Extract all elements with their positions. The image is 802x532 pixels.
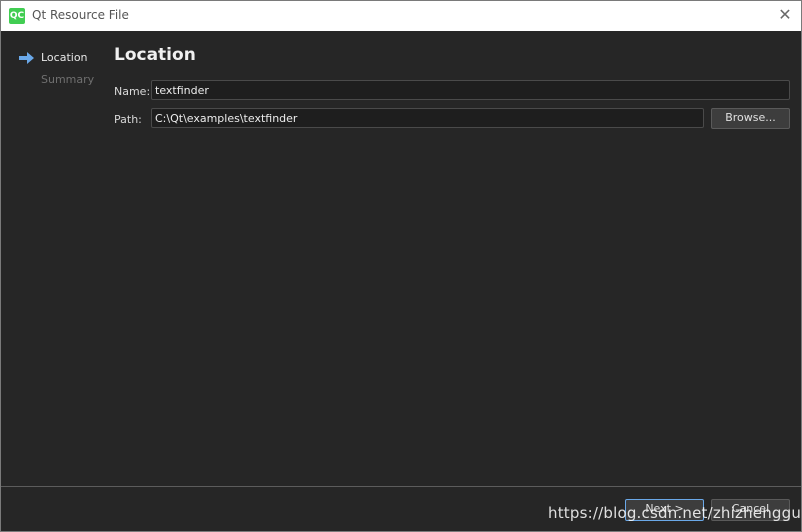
close-icon[interactable]: ✕	[775, 5, 795, 25]
step-label: Summary	[41, 73, 95, 86]
qt-logo-icon: QC	[9, 8, 25, 24]
dialog-window: QC Qt Resource File ✕ Location Summary L…	[0, 0, 802, 532]
footer-divider	[1, 486, 801, 487]
path-label: Path:	[114, 113, 142, 126]
step-summary: Summary	[41, 73, 94, 86]
step-label: Location	[41, 51, 88, 64]
name-label: Name:	[114, 85, 151, 98]
browse-button[interactable]: Browse...	[711, 108, 790, 129]
path-field[interactable]: C:\Qt\examples\textfinder	[151, 108, 704, 128]
window-title: Qt Resource File	[32, 8, 129, 22]
cancel-button[interactable]: Cancel	[711, 499, 790, 521]
next-button[interactable]: Next >	[625, 499, 704, 521]
name-field[interactable]: textfinder	[151, 80, 790, 100]
arrow-right-icon	[19, 51, 34, 64]
title-bar: QC Qt Resource File ✕	[1, 1, 801, 31]
wizard-steps: Location Summary	[1, 31, 101, 486]
page-title: Location	[114, 45, 196, 65]
step-location: Location	[19, 51, 88, 64]
